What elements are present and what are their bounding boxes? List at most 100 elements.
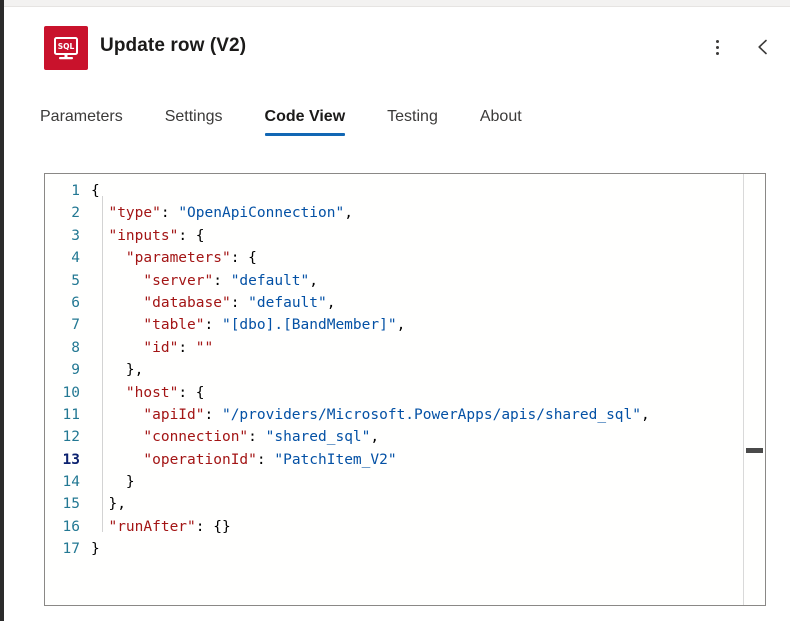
code-token: },	[91, 362, 144, 379]
code-token: :	[230, 294, 249, 311]
code-token: :	[204, 406, 222, 423]
code-token: "apiId"	[143, 406, 205, 423]
code-token: "OpenApiConnection"	[178, 205, 345, 222]
tab-testing-label: Testing	[387, 108, 438, 125]
code-token: "server"	[143, 272, 214, 289]
code-token: "host"	[125, 384, 179, 401]
code-token: "type"	[108, 205, 161, 222]
collapse-pane-button[interactable]	[748, 32, 778, 62]
code-line[interactable]: 6 "database": "default",	[45, 292, 743, 314]
code-token: ,	[326, 294, 336, 311]
code-token: }	[91, 474, 135, 491]
code-line[interactable]: 10 "host": {	[45, 382, 743, 404]
code-token: "/providers/Microsoft.PowerApps/apis/sha…	[221, 406, 641, 423]
code-text: "parameters": {	[91, 247, 743, 269]
code-text: {	[91, 180, 743, 202]
line-number: 8	[71, 339, 80, 356]
overview-ruler-mark	[746, 448, 763, 453]
line-number: 7	[71, 317, 80, 334]
more-vertical-icon	[715, 39, 719, 55]
code-line[interactable]: 13 "operationId": "PatchItem_V2"	[45, 449, 743, 471]
line-number: 6	[71, 294, 80, 311]
tab-code-view[interactable]: Code View	[264, 104, 364, 140]
line-number: 9	[71, 362, 80, 379]
code-line[interactable]: 4 "parameters": {	[45, 247, 743, 269]
code-scroll-region[interactable]: 1{2 "type": "OpenApiConnection", 3 "input…	[45, 174, 743, 605]
code-token: "connection"	[143, 429, 249, 446]
tab-about-label: About	[479, 108, 522, 125]
code-text: "apiId": "/providers/Microsoft.PowerApps…	[91, 404, 743, 426]
line-number: 12	[62, 429, 80, 446]
code-token: : {	[178, 384, 205, 401]
code-line[interactable]: 11 "apiId": "/providers/Microsoft.PowerA…	[45, 404, 743, 426]
line-number: 13	[62, 451, 80, 468]
code-line[interactable]: 5 "server": "default",	[45, 270, 743, 292]
code-token: "runAfter"	[108, 518, 196, 535]
pane-header: SQL Update row (V2)	[4, 8, 790, 88]
code-token: ,	[641, 406, 650, 423]
code-line[interactable]: 8 "id": ""	[45, 337, 743, 359]
code-text: }	[91, 538, 743, 560]
code-token: }	[91, 541, 100, 558]
code-token: ,	[344, 205, 353, 222]
line-number: 5	[71, 272, 80, 289]
code-line[interactable]: 1{	[45, 180, 743, 202]
line-number: 16	[62, 518, 80, 535]
code-line[interactable]: 12 "connection": "shared_sql",	[45, 426, 743, 448]
tab-testing[interactable]: Testing	[387, 104, 456, 140]
tab-settings-label: Settings	[164, 108, 223, 125]
code-token: :	[256, 451, 275, 468]
code-line[interactable]: 17}	[45, 538, 743, 560]
code-token: :	[204, 317, 222, 334]
line-number: 11	[62, 406, 80, 423]
code-view-editor[interactable]: 1{2 "type": "OpenApiConnection", 3 "input…	[44, 173, 766, 606]
overview-ruler[interactable]	[743, 174, 765, 605]
sql-connector-icon: SQL	[44, 26, 88, 70]
chevron-left-icon	[758, 39, 767, 55]
code-line[interactable]: 2 "type": "OpenApiConnection",	[45, 202, 743, 224]
action-details-pane: SQL Update row (V2) Parameters Settings …	[0, 0, 790, 621]
code-text: "database": "default",	[91, 292, 743, 314]
tab-parameters[interactable]: Parameters	[40, 104, 141, 140]
code-token: :	[248, 429, 266, 446]
code-text: "host": {	[91, 382, 743, 404]
code-token: "table"	[143, 317, 205, 334]
line-number: 15	[62, 496, 80, 513]
code-text: "id": ""	[91, 337, 743, 359]
code-token: "inputs"	[108, 227, 179, 244]
code-token: {	[91, 183, 100, 199]
code-token: :	[178, 339, 196, 356]
code-line[interactable]: 9 },	[45, 359, 743, 381]
code-line[interactable]: 14 }	[45, 471, 743, 493]
code-line[interactable]: 16 "runAfter": {}	[45, 516, 743, 538]
tab-about[interactable]: About	[480, 104, 540, 140]
code-token: "shared_sql"	[265, 429, 371, 446]
code-text: },	[91, 359, 743, 381]
tab-settings[interactable]: Settings	[165, 104, 241, 140]
svg-text:SQL: SQL	[58, 42, 75, 51]
code-line[interactable]: 3 "inputs": {	[45, 225, 743, 247]
code-token: "parameters"	[125, 250, 231, 267]
code-text: "runAfter": {}	[91, 516, 743, 538]
page-title: Update row (V2)	[100, 35, 247, 56]
code-line[interactable]: 7 "table": "[dbo].[BandMember]",	[45, 314, 743, 336]
code-text: "inputs": {	[91, 225, 743, 247]
code-token: :	[213, 272, 231, 289]
code-text: "connection": "shared_sql",	[91, 426, 743, 448]
line-number: 2	[71, 205, 80, 222]
more-options-button[interactable]	[702, 32, 732, 62]
code-line[interactable]: 15 },	[45, 493, 743, 515]
code-token: ""	[195, 339, 214, 356]
code-token: : {	[178, 227, 205, 244]
code-text: "table": "[dbo].[BandMember]",	[91, 314, 743, 336]
